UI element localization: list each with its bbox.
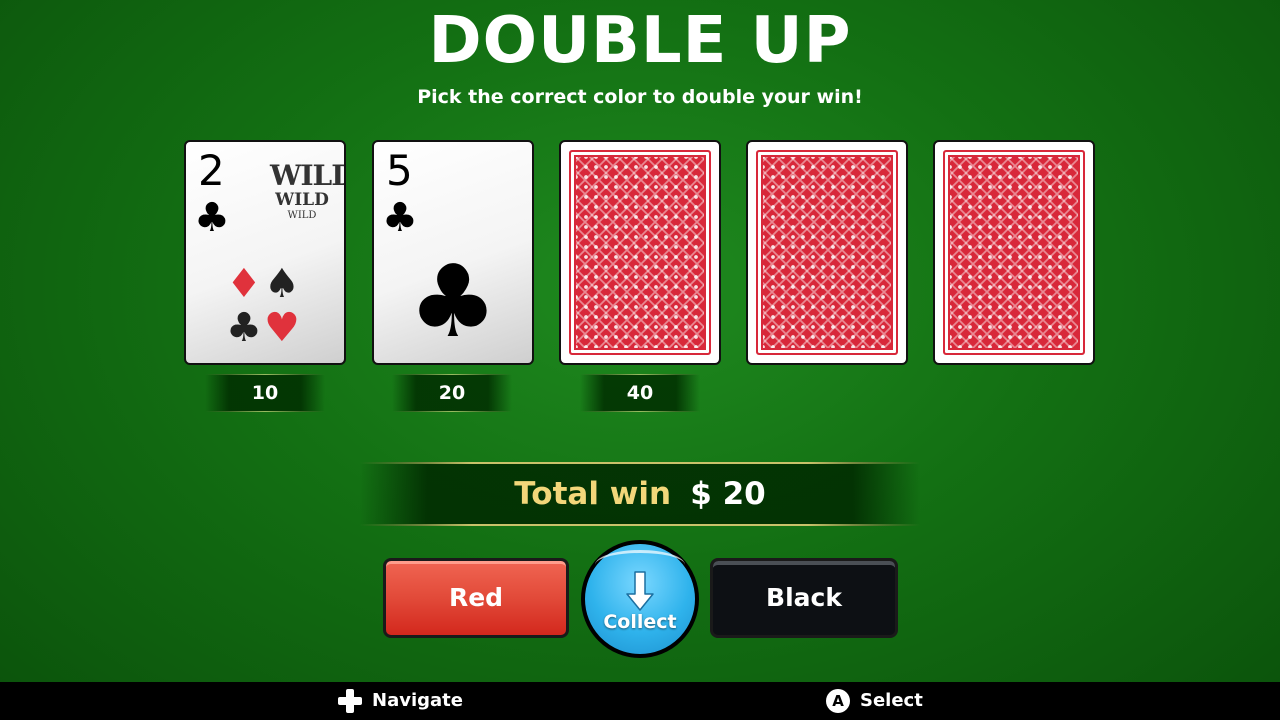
wild-text: WILD	[275, 190, 329, 210]
black-button[interactable]: Black	[710, 558, 898, 638]
total-win-label: Total win	[514, 476, 672, 512]
heart-icon: ♥	[264, 305, 300, 351]
down-arrow-icon	[626, 571, 654, 611]
dpad-icon	[338, 689, 362, 713]
select-hint: A Select	[826, 682, 923, 720]
collect-button[interactable]: Collect	[581, 540, 699, 658]
a-button-icon: A	[826, 689, 850, 713]
controls-footer: Navigate A Select	[0, 682, 1280, 720]
page-subtitle: Pick the correct color to double your wi…	[417, 86, 863, 108]
card-value-1: 10	[205, 374, 325, 412]
total-win-value: $ 20	[690, 476, 766, 512]
spade-icon: ♠	[264, 261, 300, 307]
card-value-2: 20	[392, 374, 512, 412]
navigate-hint: Navigate	[338, 682, 463, 720]
page-title: DOUBLE UP	[428, 4, 852, 78]
wild-logo: WILD WILD WILD	[270, 159, 344, 221]
clubs-icon: ♣	[194, 195, 230, 241]
wild-suits-illustration: ♦ ♠ ♣ ♥	[226, 264, 306, 354]
card-1: 2 ♣ WILD WILD WILD ♦ ♠ ♣ ♥	[184, 140, 346, 365]
card-back-pattern	[943, 150, 1085, 355]
wild-text: WILD	[270, 159, 344, 192]
card-value-3: 40	[580, 374, 700, 412]
card-back-pattern	[756, 150, 898, 355]
card-3	[559, 140, 721, 365]
card-rank: 5	[386, 146, 413, 195]
clubs-icon: ♣	[382, 195, 418, 241]
diamond-icon: ♦	[226, 261, 262, 307]
red-button[interactable]: Red	[383, 558, 569, 638]
card-rank: 2	[198, 146, 225, 195]
card-2: 5 ♣ ♣	[372, 140, 534, 365]
wild-text: WILD	[287, 210, 317, 221]
navigate-label: Navigate	[372, 690, 463, 711]
card-5	[933, 140, 1095, 365]
club-icon: ♣	[226, 305, 262, 351]
card-4	[746, 140, 908, 365]
collect-label: Collect	[603, 611, 677, 633]
total-win-bar: Total win $ 20	[360, 462, 920, 526]
select-label: Select	[860, 690, 923, 711]
clubs-icon: ♣	[408, 243, 498, 360]
card-back-pattern	[569, 150, 711, 355]
